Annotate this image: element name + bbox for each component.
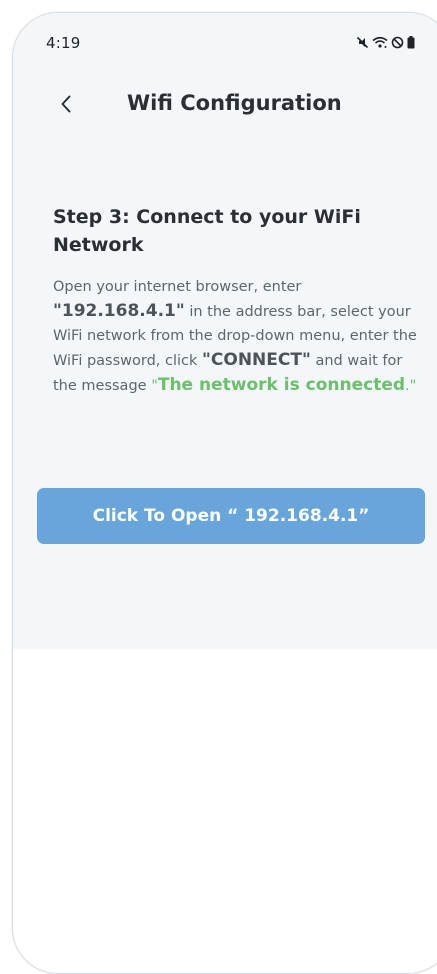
status-icons bbox=[356, 36, 415, 49]
connect-text: CONNECT bbox=[210, 350, 302, 370]
quote-open-2: " bbox=[202, 350, 211, 370]
status-bar: 4:19 bbox=[13, 13, 437, 69]
open-address-button[interactable]: Click To Open “ 192.168.4.1” bbox=[37, 488, 425, 544]
phone-frame: 4:19 Wifi Configuration Step 3: Connect … bbox=[12, 12, 437, 974]
connected-message: The network is connected bbox=[157, 375, 406, 395]
app-screen: 4:19 Wifi Configuration Step 3: Connect … bbox=[13, 13, 437, 649]
do-not-disturb-icon bbox=[391, 36, 404, 49]
wifi-icon bbox=[372, 36, 388, 49]
ip-address-text: 192.168.4.1 bbox=[61, 301, 176, 321]
instructions-text: Open your internet browser, enter "192.1… bbox=[53, 275, 418, 398]
battery-icon bbox=[407, 36, 415, 49]
message-end: ." bbox=[405, 378, 417, 394]
step-title: Step 3: Connect to your WiFi Network bbox=[53, 206, 361, 256]
quote-close-1: " bbox=[175, 301, 185, 321]
quote-open-3: " bbox=[151, 378, 158, 394]
header: Wifi Configuration bbox=[13, 85, 437, 129]
quote-close-2: " bbox=[301, 350, 311, 370]
status-time: 4:19 bbox=[46, 34, 81, 52]
instructions-part-1: Open your internet browser, enter bbox=[53, 279, 302, 295]
page-title: Wifi Configuration bbox=[127, 91, 342, 115]
chevron-left-icon bbox=[60, 94, 72, 118]
open-address-button-label: Click To Open “ 192.168.4.1” bbox=[92, 506, 370, 526]
back-button[interactable] bbox=[51, 91, 81, 121]
mute-icon bbox=[356, 36, 369, 49]
quote-open-1: " bbox=[53, 301, 62, 321]
